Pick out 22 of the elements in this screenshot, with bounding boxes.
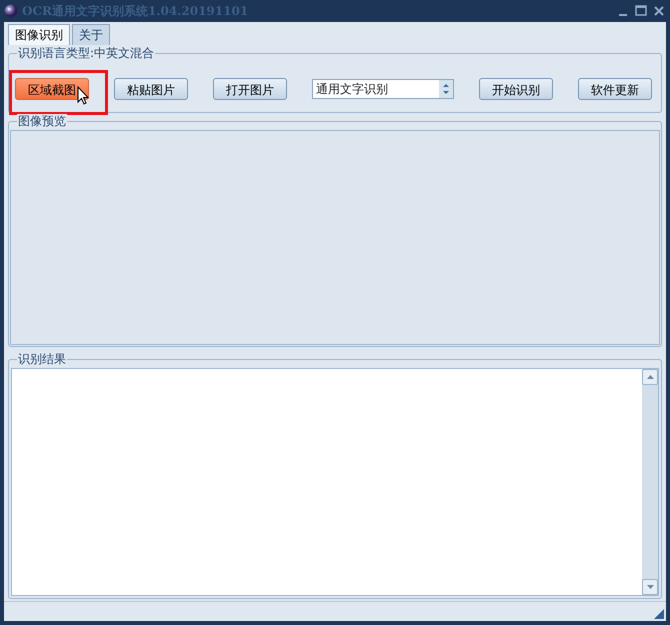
button[interactable]: 打开图片 [213, 78, 287, 100]
scrollbar[interactable] [642, 369, 658, 595]
group-label: 识别结果 [17, 352, 67, 366]
button[interactable]: 粘贴图片 [114, 78, 188, 100]
close-icon[interactable] [652, 4, 666, 18]
group-label: 图像预览 [17, 114, 67, 128]
tab[interactable]: 图像识别 [8, 24, 70, 45]
up-arrow-icon [646, 375, 654, 379]
app-icon [4, 4, 18, 18]
spinner-arrows-icon[interactable] [439, 80, 453, 98]
dropdown[interactable]: 通用文字识别 [312, 79, 454, 99]
button[interactable]: 软件更新 [578, 78, 652, 100]
cursor-icon [77, 86, 89, 105]
resize-grip-icon[interactable] [654, 609, 664, 619]
down-arrow-icon [646, 585, 654, 589]
button[interactable]: 区域截图 [15, 78, 89, 100]
tab[interactable]: 关于 [72, 24, 110, 45]
scroll-up-button[interactable] [642, 369, 658, 385]
group-label: 识别语言类型:中英文混合 [17, 46, 156, 60]
button[interactable]: 开始识别 [479, 78, 553, 100]
maximize-icon[interactable] [634, 4, 648, 18]
scroll-down-button[interactable] [642, 579, 658, 595]
